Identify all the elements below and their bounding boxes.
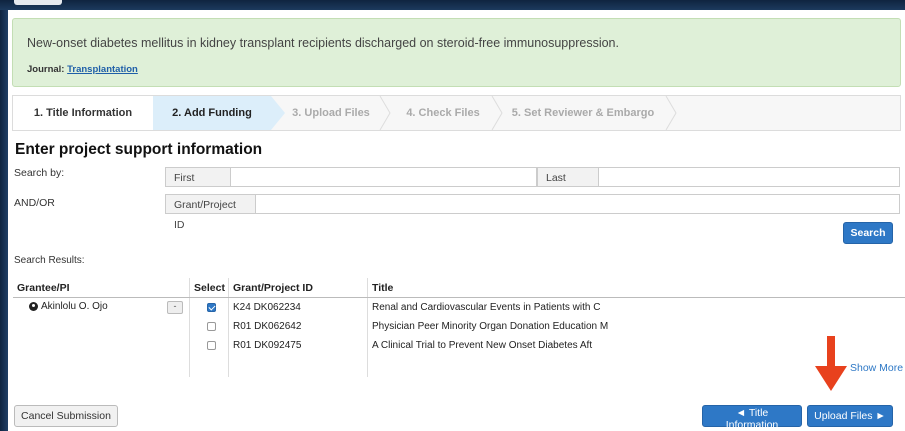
row-checkbox[interactable] <box>206 321 216 331</box>
person-icon <box>29 301 38 311</box>
row-checkbox[interactable] <box>206 302 216 312</box>
title-cell: Physician Peer Minority Organ Donation E… <box>367 317 905 336</box>
pi-cell: Akinlolu O. Ojo - <box>13 298 190 318</box>
cancel-submission-button[interactable]: Cancel Submission <box>14 405 118 427</box>
step-check-files[interactable]: 4. Check Files <box>391 96 495 130</box>
step-upload-files[interactable]: 3. Upload Files <box>281 96 381 130</box>
step-chevron-icon <box>379 96 391 130</box>
first-name-input[interactable] <box>231 167 537 187</box>
step-chevron-icon <box>665 96 677 130</box>
top-strip <box>0 0 905 10</box>
back-title-information-button[interactable]: ◄ Title Information <box>702 405 802 431</box>
search-button[interactable]: Search <box>843 222 893 244</box>
results-table: Grantee/PI Select Grant/Project ID Title… <box>13 278 905 377</box>
select-cell <box>189 297 229 317</box>
title-cell: Renal and Cardiovascular Events in Patie… <box>367 297 905 317</box>
select-cell <box>189 317 229 336</box>
andor-label: AND/OR <box>14 197 55 209</box>
search-results-label: Search Results: <box>14 255 85 266</box>
step-add-funding[interactable]: 2. Add Funding <box>153 96 285 130</box>
col-grant-id: Grant/Project ID <box>228 278 368 298</box>
search-by-label: Search by: <box>14 167 65 179</box>
show-more-link[interactable]: Show More <box>850 362 903 374</box>
article-alert: New-onset diabetes mellitus in kidney tr… <box>12 18 901 87</box>
article-title: New-onset diabetes mellitus in kidney tr… <box>27 36 619 50</box>
grant-id-cell: R01 DK062642 <box>228 317 368 336</box>
select-cell <box>189 355 229 377</box>
grant-id-cell: R01 DK092475 <box>228 336 368 355</box>
pi-cell <box>13 317 190 336</box>
first-name-addon: First Name <box>165 167 231 204</box>
col-grantee: Grantee/PI <box>13 278 190 298</box>
pi-cell <box>13 336 190 355</box>
table-row: R01 DK062642 Physician Peer Minority Org… <box>13 317 905 336</box>
red-down-arrow-icon <box>815 336 847 391</box>
top-tab <box>14 0 62 5</box>
grant-id-input[interactable] <box>256 194 900 214</box>
pi-cell <box>13 355 190 377</box>
grant-id-cell: K24 DK062234 <box>228 297 368 317</box>
grant-id-cell <box>228 355 368 377</box>
step-chevron-icon <box>491 96 503 130</box>
select-cell <box>189 336 229 355</box>
journal-line: Journal: Transplantation <box>27 64 138 75</box>
last-name-addon: Last Name <box>537 167 599 204</box>
journal-link[interactable]: Transplantation <box>67 64 138 75</box>
col-select: Select <box>189 278 229 298</box>
upload-files-button[interactable]: Upload Files ► <box>807 405 893 427</box>
last-name-input[interactable] <box>599 167 900 187</box>
step-set-reviewer[interactable]: 5. Set Reviewer & Embargo <box>503 96 663 130</box>
row-checkbox[interactable] <box>206 340 216 350</box>
page-title: Enter project support information <box>15 141 263 158</box>
table-row: Akinlolu O. Ojo - K24 DK062234 Renal and… <box>13 297 905 318</box>
table-row <box>13 355 905 377</box>
collapse-button[interactable]: - <box>167 301 183 314</box>
step-title-information[interactable]: 1. Title Information <box>13 96 153 130</box>
table-header-row: Grantee/PI Select Grant/Project ID Title <box>13 278 905 298</box>
col-title: Title <box>367 278 905 298</box>
left-edge <box>0 10 8 431</box>
content-panel: New-onset diabetes mellitus in kidney tr… <box>8 10 905 431</box>
wizard-steps: 1. Title Information 2. Add Funding 3. U… <box>12 95 901 131</box>
journal-label: Journal: <box>27 64 65 75</box>
pi-name: Akinlolu O. Ojo <box>41 301 108 312</box>
table-row: R01 DK092475 A Clinical Trial to Prevent… <box>13 336 905 355</box>
grant-id-addon: Grant/Project ID <box>165 194 256 231</box>
